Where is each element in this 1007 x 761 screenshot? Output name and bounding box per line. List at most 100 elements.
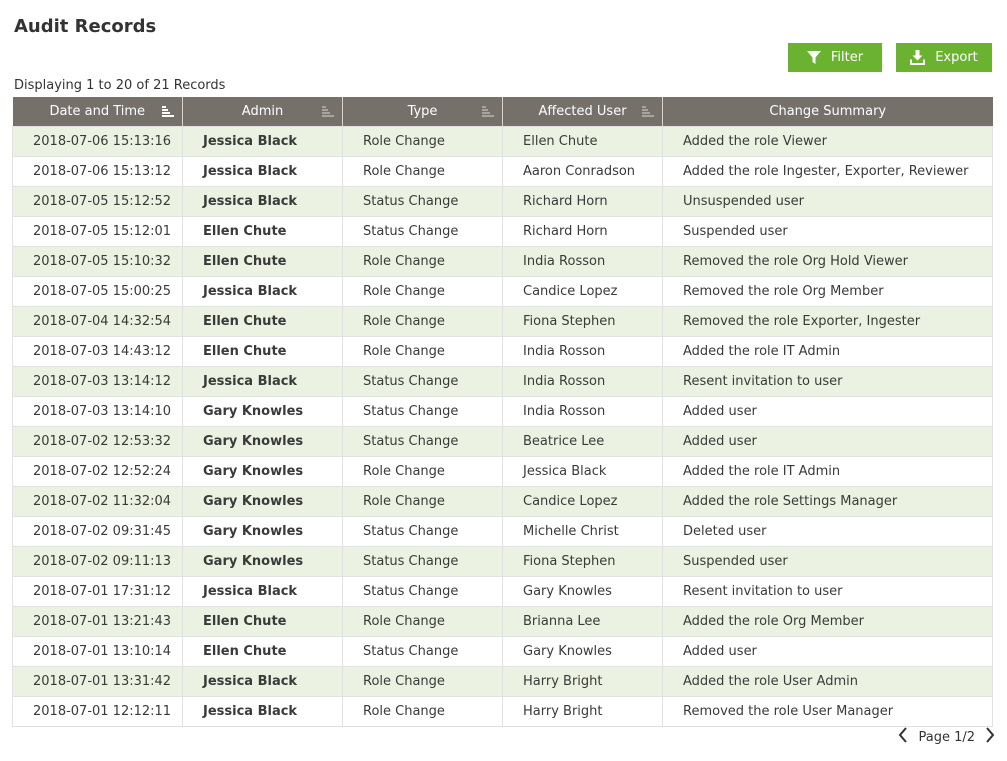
- table-row[interactable]: 2018-07-03 14:43:12 Ellen Chute Role Chang…: [12, 336, 993, 367]
- table-row[interactable]: 2018-07-06 15:13:12 Jessica Black Role Cha…: [12, 156, 993, 187]
- table-row[interactable]: 2018-07-01 17:31:12 Jessica Black Status C…: [12, 576, 993, 607]
- page-title: Audit Records: [14, 16, 157, 37]
- cell-admin: Ellen Chute: [182, 216, 343, 247]
- cell-affected-user: Jessica Black: [502, 456, 663, 487]
- cell-admin: Ellen Chute: [182, 336, 343, 367]
- cell-type: Status Change: [342, 516, 503, 547]
- table-row[interactable]: 2018-07-01 13:31:42 Jessica Black Role Cha…: [12, 666, 993, 697]
- table-row[interactable]: 2018-07-03 13:14:10 Gary Knowles Status Ch…: [12, 396, 993, 427]
- sort-active-icon[interactable]: [162, 106, 174, 121]
- table-row[interactable]: 2018-07-05 15:12:52 Jessica Black Status C…: [12, 186, 993, 217]
- column-header-label: Date and Time: [49, 104, 146, 119]
- cell-date-time: 2018-07-03 13:14:10: [12, 396, 183, 427]
- table-row[interactable]: 2018-07-01 12:12:11 Jessica Black Role Cha…: [12, 696, 993, 727]
- export-button-label: Export: [935, 50, 978, 65]
- table-body: 2018-07-06 15:13:16 Jessica Black Role Cha…: [12, 126, 993, 727]
- cell-change-summary: Added user: [662, 396, 993, 427]
- table-row[interactable]: 2018-07-02 12:52:24 Gary Knowles Role Chan…: [12, 456, 993, 487]
- prev-page-button[interactable]: [898, 727, 908, 747]
- cell-affected-user: Richard Horn: [502, 216, 663, 247]
- cell-type: Status Change: [342, 366, 503, 397]
- table-row[interactable]: 2018-07-02 09:31:45 Gary Knowles Status Ch…: [12, 516, 993, 547]
- cell-admin: Jessica Black: [182, 126, 343, 157]
- table-row[interactable]: 2018-07-05 15:10:32 Ellen Chute Role Chang…: [12, 246, 993, 277]
- cell-change-summary: Resent invitation to user: [662, 576, 993, 607]
- cell-change-summary: Suspended user: [662, 216, 993, 247]
- cell-admin: Ellen Chute: [182, 606, 343, 637]
- column-header-date[interactable]: Date and Time: [12, 97, 183, 127]
- cell-date-time: 2018-07-05 15:00:25: [12, 276, 183, 307]
- table-row[interactable]: 2018-07-05 15:00:25 Jessica Black Role Cha…: [12, 276, 993, 307]
- cell-admin: Gary Knowles: [182, 486, 343, 517]
- table-row[interactable]: 2018-07-06 15:13:16 Jessica Black Role Cha…: [12, 126, 993, 157]
- download-icon: [910, 50, 926, 65]
- cell-affected-user: Gary Knowles: [502, 636, 663, 667]
- sort-icon[interactable]: [642, 106, 654, 121]
- chevron-left-icon: [898, 727, 908, 747]
- cell-type: Status Change: [342, 216, 503, 247]
- cell-type: Role Change: [342, 306, 503, 337]
- sort-icon[interactable]: [322, 106, 334, 121]
- table-row[interactable]: 2018-07-01 13:21:43 Ellen Chute Role Chang…: [12, 606, 993, 637]
- cell-type: Status Change: [342, 426, 503, 457]
- cell-admin: Gary Knowles: [182, 456, 343, 487]
- filter-button[interactable]: Filter: [788, 43, 882, 72]
- cell-type: Role Change: [342, 336, 503, 367]
- cell-affected-user: Candice Lopez: [502, 486, 663, 517]
- cell-date-time: 2018-07-01 13:21:43: [12, 606, 183, 637]
- cell-admin: Jessica Black: [182, 696, 343, 727]
- cell-type: Role Change: [342, 666, 503, 697]
- cell-admin: Jessica Black: [182, 186, 343, 217]
- column-header-admin[interactable]: Admin: [182, 97, 343, 127]
- column-header-label: Change Summary: [769, 104, 887, 119]
- cell-change-summary: Suspended user: [662, 546, 993, 577]
- cell-change-summary: Added the role Org Member: [662, 606, 993, 637]
- column-header-type[interactable]: Type: [342, 97, 503, 127]
- cell-date-time: 2018-07-02 09:31:45: [12, 516, 183, 547]
- next-page-button[interactable]: [985, 727, 995, 747]
- cell-type: Status Change: [342, 636, 503, 667]
- cell-affected-user: India Rosson: [502, 366, 663, 397]
- cell-date-time: 2018-07-02 12:52:24: [12, 456, 183, 487]
- cell-date-time: 2018-07-02 11:32:04: [12, 486, 183, 517]
- cell-type: Role Change: [342, 246, 503, 277]
- cell-affected-user: Ellen Chute: [502, 126, 663, 157]
- column-header-label: Affected User: [538, 104, 627, 119]
- export-button[interactable]: Export: [896, 43, 992, 72]
- cell-admin: Gary Knowles: [182, 396, 343, 427]
- cell-change-summary: Resent invitation to user: [662, 366, 993, 397]
- cell-date-time: 2018-07-01 17:31:12: [12, 576, 183, 607]
- cell-affected-user: Harry Bright: [502, 696, 663, 727]
- cell-type: Role Change: [342, 456, 503, 487]
- cell-admin: Jessica Black: [182, 366, 343, 397]
- cell-affected-user: Beatrice Lee: [502, 426, 663, 457]
- cell-change-summary: Deleted user: [662, 516, 993, 547]
- cell-affected-user: India Rosson: [502, 336, 663, 367]
- table-row[interactable]: 2018-07-04 14:32:54 Ellen Chute Role Chang…: [12, 306, 993, 337]
- column-header-affected-user[interactable]: Affected User: [502, 97, 663, 127]
- cell-affected-user: Candice Lopez: [502, 276, 663, 307]
- toolbar: Filter Export: [788, 43, 992, 72]
- cell-date-time: 2018-07-05 15:12:52: [12, 186, 183, 217]
- cell-date-time: 2018-07-01 13:10:14: [12, 636, 183, 667]
- filter-button-label: Filter: [830, 50, 864, 65]
- cell-date-time: 2018-07-05 15:12:01: [12, 216, 183, 247]
- cell-type: Role Change: [342, 696, 503, 727]
- cell-type: Role Change: [342, 126, 503, 157]
- table-row[interactable]: 2018-07-01 13:10:14 Ellen Chute Status Cha…: [12, 636, 993, 667]
- cell-change-summary: Removed the role User Manager: [662, 696, 993, 727]
- cell-admin: Gary Knowles: [182, 426, 343, 457]
- table-row[interactable]: 2018-07-02 12:53:32 Gary Knowles Status Ch…: [12, 426, 993, 457]
- table-row[interactable]: 2018-07-02 09:11:13 Gary Knowles Status Ch…: [12, 546, 993, 577]
- cell-date-time: 2018-07-06 15:13:12: [12, 156, 183, 187]
- cell-type: Role Change: [342, 156, 503, 187]
- cell-admin: Jessica Black: [182, 576, 343, 607]
- cell-affected-user: Aaron Conradson: [502, 156, 663, 187]
- table-row[interactable]: 2018-07-02 11:32:04 Gary Knowles Role Chan…: [12, 486, 993, 517]
- cell-change-summary: Added the role Settings Manager: [662, 486, 993, 517]
- cell-admin: Jessica Black: [182, 666, 343, 697]
- table-row[interactable]: 2018-07-05 15:12:01 Ellen Chute Status Cha…: [12, 216, 993, 247]
- sort-icon[interactable]: [482, 106, 494, 121]
- chevron-right-icon: [985, 727, 995, 747]
- table-row[interactable]: 2018-07-03 13:14:12 Jessica Black Status C…: [12, 366, 993, 397]
